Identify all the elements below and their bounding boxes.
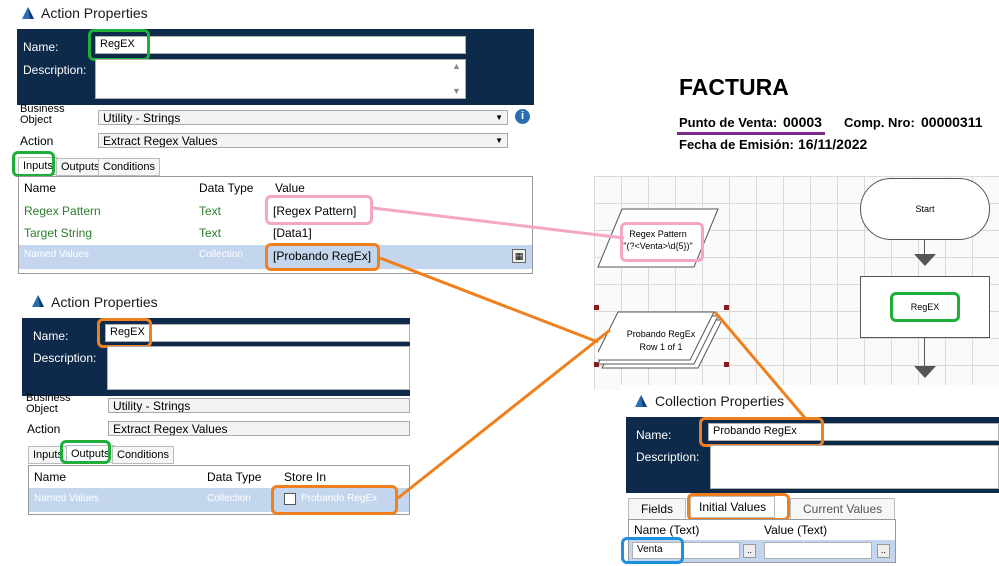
orange-connector — [397, 328, 611, 500]
connector-overlay — [372, 206, 807, 500]
pink-connector — [372, 206, 625, 240]
orange-connector — [713, 311, 807, 419]
orange-connector — [379, 256, 599, 344]
